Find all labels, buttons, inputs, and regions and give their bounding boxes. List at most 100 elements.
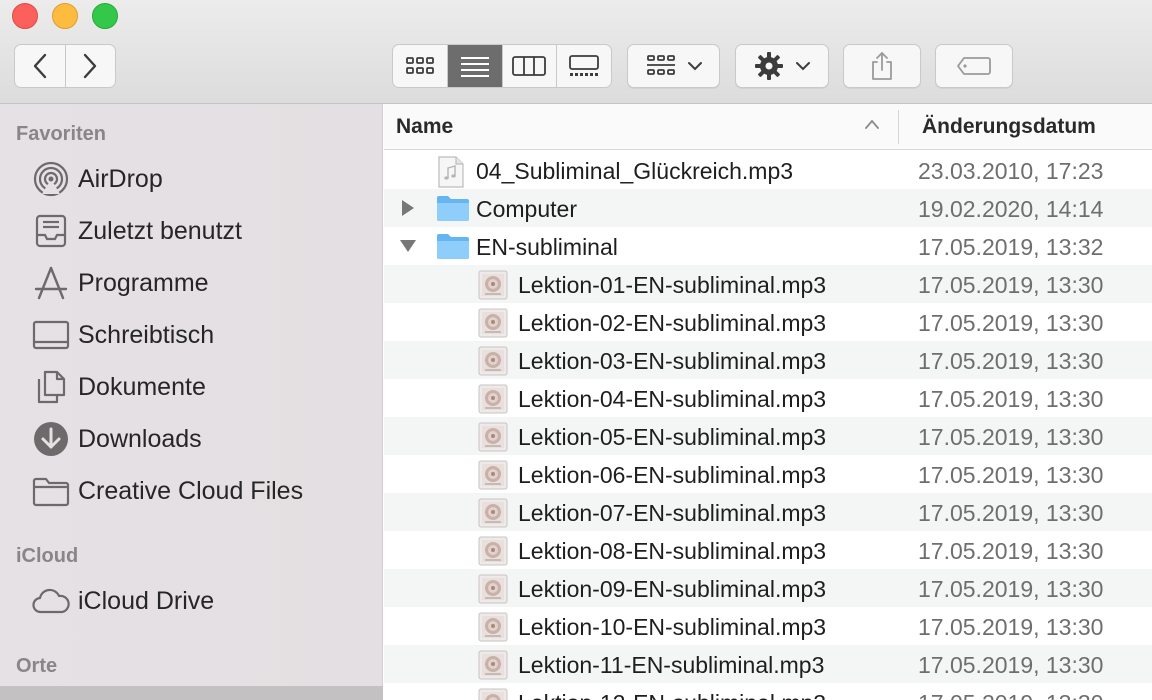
columns-icon <box>512 56 547 76</box>
sidebar-section-icloud: iCloud <box>16 545 79 567</box>
modified-date: 17.05.2019, 13:32 <box>918 234 1104 260</box>
chevron-down-icon <box>687 62 702 71</box>
modified-date: 17.05.2019, 13:30 <box>918 652 1104 678</box>
modified-date: 17.05.2019, 13:30 <box>918 690 1103 700</box>
disclosure-collapsed-icon[interactable] <box>400 200 416 216</box>
folder-row[interactable]: Computer 19.02.2020, 14:14 <box>384 189 1152 227</box>
sidebar-item-label: Zuletzt benutzt <box>78 216 242 245</box>
sidebar-section-places: Orte <box>16 655 58 677</box>
list-lines-icon <box>460 57 489 77</box>
mp3-file-icon <box>478 688 508 700</box>
recents-icon <box>30 211 72 251</box>
folder-icon <box>436 232 469 260</box>
list-view-button[interactable] <box>446 45 502 87</box>
sidebar-item-documents[interactable]: Dokumente <box>30 367 370 407</box>
modified-date: 17.05.2019, 13:30 <box>918 576 1104 602</box>
group-by-button[interactable] <box>627 44 720 88</box>
file-row[interactable]: Lektion-05-EN-subliminal.mp3 17.05.2019, … <box>384 417 1152 455</box>
sidebar-item-label: Creative Cloud Files <box>78 476 304 505</box>
chevron-right-icon <box>84 53 97 79</box>
sidebar-item-desktop[interactable]: Schreibtisch <box>30 315 370 355</box>
modified-date: 17.05.2019, 13:30 <box>918 500 1104 526</box>
file-row[interactable]: Lektion-09-EN-subliminal.mp3 17.05.2019, … <box>384 569 1152 607</box>
audio-file-icon <box>436 156 466 188</box>
sidebar-item-selected[interactable] <box>0 686 383 700</box>
icon-view-button[interactable] <box>393 45 447 87</box>
file-row[interactable]: Lektion-02-EN-subliminal.mp3 17.05.2019, … <box>384 303 1152 341</box>
file-name: Lektion-11-EN-subliminal.mp3 <box>518 652 825 678</box>
sidebar-item-creative-cloud[interactable]: Creative Cloud Files <box>30 471 370 511</box>
column-view-button[interactable] <box>501 45 557 87</box>
file-name: Lektion-05-EN-subliminal.mp3 <box>518 424 827 450</box>
toolbar <box>0 0 1152 104</box>
modified-date: 17.05.2019, 13:30 <box>918 424 1104 450</box>
zoom-window-button[interactable] <box>92 3 118 29</box>
column-divider[interactable] <box>898 110 899 144</box>
modified-date: 17.05.2019, 13:30 <box>918 462 1104 488</box>
tags-button[interactable] <box>935 44 1013 88</box>
file-name: EN-subliminal <box>476 234 618 260</box>
mp3-file-icon <box>478 574 508 604</box>
applications-icon <box>30 263 72 303</box>
chevron-down-icon <box>796 62 810 71</box>
list-header: Name Änderungsdatum <box>384 104 1152 150</box>
minimize-window-button[interactable] <box>52 3 78 29</box>
sidebar-item-airdrop[interactable]: AirDrop <box>30 159 370 199</box>
file-row[interactable]: Lektion-08-EN-subliminal.mp3 17.05.2019, … <box>384 531 1152 569</box>
column-header-date[interactable]: Änderungsdatum <box>922 115 1096 139</box>
forward-button[interactable] <box>64 45 116 87</box>
sidebar-item-applications[interactable]: Programme <box>30 263 370 303</box>
file-row[interactable]: Lektion-04-EN-subliminal.mp3 17.05.2019, … <box>384 379 1152 417</box>
airdrop-icon <box>30 159 72 199</box>
cloud-icon <box>30 581 72 621</box>
action-menu-button[interactable] <box>735 44 829 88</box>
modified-date: 17.05.2019, 13:30 <box>918 310 1104 336</box>
file-row[interactable]: Lektion-06-EN-subliminal.mp3 17.05.2019, … <box>384 455 1152 493</box>
file-name: Lektion-09-EN-subliminal.mp3 <box>518 576 827 602</box>
file-row[interactable]: Lektion-11-EN-subliminal.mp3 17.05.2019, … <box>384 645 1152 683</box>
sidebar-section-favorites: Favoriten <box>16 123 107 145</box>
file-row[interactable]: Lektion-03-EN-subliminal.mp3 17.05.2019, … <box>384 341 1152 379</box>
mp3-file-icon <box>478 270 508 300</box>
icon-grid-icon <box>405 57 434 74</box>
sidebar-item-icloud-drive[interactable]: iCloud Drive <box>30 581 370 621</box>
mp3-file-icon <box>478 498 508 528</box>
file-name: Computer <box>476 196 577 222</box>
close-window-button[interactable] <box>12 3 38 29</box>
gallery-icon <box>569 55 600 76</box>
file-row[interactable]: Lektion-01-EN-subliminal.mp3 17.05.2019, … <box>384 265 1152 303</box>
share-button[interactable] <box>843 44 921 88</box>
file-name: 04_Subliminal_Glückreich.mp3 <box>476 158 794 184</box>
modified-date: 19.02.2020, 14:14 <box>918 196 1104 222</box>
sidebar-item-label: Dokumente <box>78 372 206 401</box>
modified-date: 17.05.2019, 13:30 <box>918 614 1104 640</box>
sidebar: Favoriten AirDrop Zuletzt benutzt Progra… <box>0 104 383 700</box>
file-name: Lektion-02-EN-subliminal.mp3 <box>518 310 827 336</box>
back-button[interactable] <box>15 45 65 87</box>
gallery-view-button[interactable] <box>556 45 611 87</box>
file-name: Lektion-01-EN-subliminal.mp3 <box>518 272 827 298</box>
modified-date: 17.05.2019, 13:30 <box>918 348 1104 374</box>
modified-date: 17.05.2019, 13:30 <box>918 538 1104 564</box>
file-name: Lektion-08-EN-subliminal.mp3 <box>518 538 827 564</box>
column-header-name[interactable]: Name <box>396 115 453 139</box>
folder-row[interactable]: EN-subliminal 17.05.2019, 13:32 <box>384 227 1152 265</box>
file-row[interactable]: Lektion-12-EN-subliminal.mp3 17.05.2019, … <box>384 683 1152 700</box>
file-row[interactable]: Lektion-07-EN-subliminal.mp3 17.05.2019, … <box>384 493 1152 531</box>
sidebar-item-downloads[interactable]: Downloads <box>30 419 370 459</box>
file-row[interactable]: Lektion-10-EN-subliminal.mp3 17.05.2019, … <box>384 607 1152 645</box>
sidebar-item-label: iCloud Drive <box>78 586 215 615</box>
sort-ascending-icon <box>865 119 879 129</box>
disclosure-expanded-icon[interactable] <box>400 238 416 254</box>
file-rows: 04_Subliminal_Glückreich.mp3 23.03.2010, … <box>384 151 1152 700</box>
mp3-file-icon <box>478 346 508 376</box>
modified-date: 17.05.2019, 13:30 <box>918 386 1104 412</box>
tag-icon <box>957 57 991 75</box>
mp3-file-icon <box>478 384 508 414</box>
chevron-left-icon <box>33 53 46 79</box>
file-row[interactable]: 04_Subliminal_Glückreich.mp3 23.03.2010, … <box>384 151 1152 189</box>
navigation-group <box>14 44 116 88</box>
document-icon <box>30 367 72 407</box>
sidebar-item-recents[interactable]: Zuletzt benutzt <box>30 211 370 251</box>
file-list: Name Änderungsdatum 04_Subliminal_Glückr… <box>384 104 1152 700</box>
